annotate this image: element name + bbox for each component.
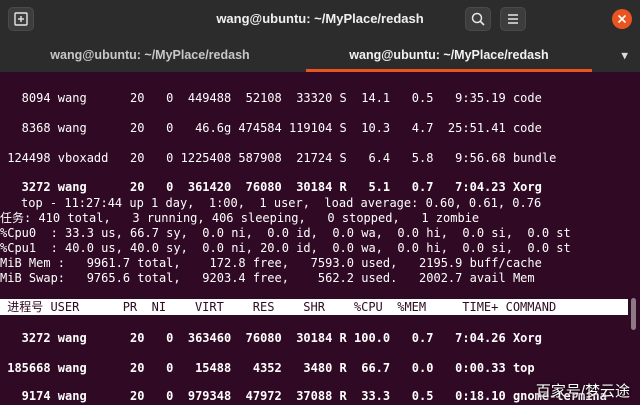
new-tab-button[interactable]: [8, 7, 34, 31]
watermark: 百家号/梦云途: [535, 383, 630, 400]
swap-line: MiB Swap: 9765.6 total, 9203.4 free, 562…: [0, 271, 535, 285]
process-row: 9174 wang 20 0 979348 47972 37088 R 33.3…: [0, 389, 607, 403]
search-button[interactable]: [465, 7, 491, 31]
cpu0-line: %Cpu0 : 33.3 us, 66.7 sy, 0.0 ni, 0.0 id…: [0, 226, 571, 240]
tab-1[interactable]: wang@ubuntu: ~/MyPlace/redash: [0, 38, 300, 72]
mem-line: MiB Mem : 9961.7 total, 172.8 free, 7593…: [0, 256, 542, 270]
cpu1-line: %Cpu1 : 40.0 us, 40.0 sy, 0.0 ni, 20.0 i…: [0, 241, 571, 255]
hamburger-icon: [508, 14, 518, 24]
process-row: 3272 wang 20 0 363460 76080 30184 R 100.…: [0, 331, 542, 345]
table-header: 进程号 USER PR NI VIRT RES SHR %CPU %MEM TI…: [0, 299, 628, 315]
menu-button[interactable]: [500, 7, 526, 31]
tab-2-active[interactable]: wang@ubuntu: ~/MyPlace/redash: [300, 38, 598, 72]
search-icon: [471, 12, 485, 26]
window-title: wang@ubuntu: ~/MyPlace/redash: [216, 11, 424, 26]
process-row: 185668 wang 20 0 15488 4352 3480 R 66.7 …: [0, 361, 535, 375]
close-icon: [617, 14, 627, 24]
scrollbar-thumb[interactable]: [631, 298, 636, 330]
process-row: 8094 wang 20 0 449488 52108 33320 S 14.1…: [0, 91, 542, 105]
process-row: 124498 vboxadd 20 0 1225408 587908 21724…: [0, 151, 557, 165]
close-window-button[interactable]: [612, 9, 632, 29]
terminal-output[interactable]: 8094 wang 20 0 449488 52108 33320 S 14.1…: [0, 72, 628, 405]
tabs-menu-chevron-down-icon[interactable]: ▼: [621, 49, 628, 62]
new-tab-icon: [14, 12, 28, 26]
tasks-line: 任务: 410 total, 3 running, 406 sleeping, …: [0, 211, 480, 225]
header-bar: wang@ubuntu: ~/MyPlace/redash: [0, 0, 640, 38]
terminal-window: wang@ubuntu: ~/MyPlace/redash wang@ubunt…: [0, 0, 640, 405]
tab-2-label: wang@ubuntu: ~/MyPlace/redash: [349, 48, 549, 62]
process-row: 3272 wang 20 0 361420 76080 30184 R 5.1 …: [0, 180, 542, 194]
tab-bar: wang@ubuntu: ~/MyPlace/redash wang@ubunt…: [0, 38, 640, 72]
tab-1-label: wang@ubuntu: ~/MyPlace/redash: [50, 48, 250, 62]
top-summary-line: top - 11:27:44 up 1 day, 1:00, 1 user, l…: [21, 196, 542, 210]
process-row: 8368 wang 20 0 46.6g 474584 119104 S 10.…: [0, 121, 542, 135]
